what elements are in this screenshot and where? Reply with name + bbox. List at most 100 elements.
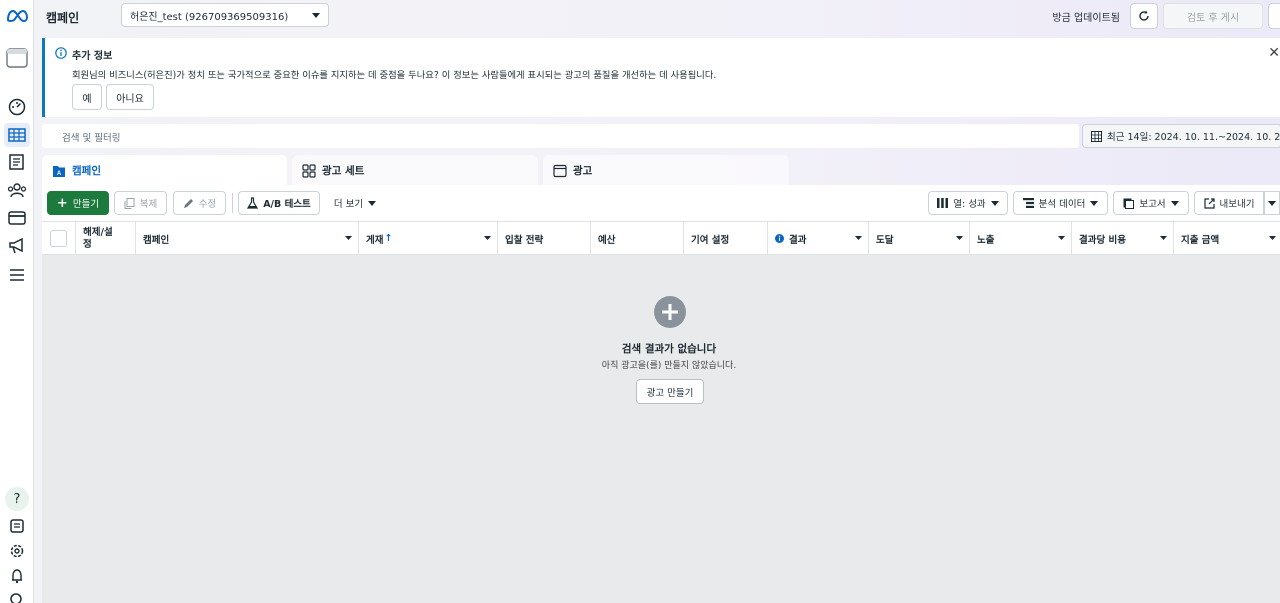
sort-ascending-icon: ↑ <box>384 233 393 244</box>
column-label: 입찰 전략 <box>505 234 544 246</box>
columns-label: 열: 성과 <box>953 199 986 210</box>
account-name: 허은진_test (926709369509316) <box>130 11 289 23</box>
reports-dropdown-button[interactable]: 보고서 <box>1113 191 1189 215</box>
dashboard-icon[interactable] <box>4 95 30 119</box>
campaign-panel: + 만들기 복제 수정 A/B 테스트 더 보기 열: 성과 분석 데이터 보고… <box>42 185 1280 255</box>
plus-icon: + <box>56 195 68 211</box>
tab-ads[interactable]: 광고 <box>543 155 789 186</box>
column-header-toggle[interactable]: 해제/설정 <box>76 222 136 255</box>
notice-no-button[interactable]: 아니요 <box>106 84 154 110</box>
ad-set-grid-icon <box>302 163 316 178</box>
audiences-icon[interactable] <box>4 178 30 202</box>
date-range-picker[interactable]: 최근 14일: 2024. 10. 11.~2024. 10. 24. <box>1082 124 1280 148</box>
campaign-folder-icon: A <box>53 165 65 177</box>
reports-label: 보고서 <box>1139 199 1166 210</box>
report-icon <box>1123 198 1135 209</box>
chevron-down-icon <box>1268 200 1276 206</box>
info-icon <box>775 234 784 243</box>
tab-ad-sets-label: 광고 세트 <box>322 165 365 177</box>
more-label: 더 보기 <box>333 199 364 210</box>
column-header-campaign[interactable]: 캠페인 <box>136 222 359 255</box>
export-button[interactable]: 내보내기 <box>1194 191 1264 215</box>
meta-logo-icon[interactable] <box>4 4 30 28</box>
breakdown-icon <box>1022 198 1034 208</box>
ads-icon[interactable] <box>4 234 30 258</box>
refresh-button[interactable] <box>1130 3 1158 29</box>
column-header-attribution[interactable]: 기여 설정 <box>684 222 768 255</box>
pencil-icon <box>183 198 193 208</box>
chevron-down-icon <box>484 236 491 240</box>
column-header-results[interactable]: 결과 <box>768 222 869 255</box>
pages-icon[interactable] <box>4 150 30 174</box>
chevron-down-icon <box>855 236 862 240</box>
chevron-down-icon <box>1269 236 1276 240</box>
empty-state-title: 검색 결과가 없습니다 <box>621 343 717 355</box>
settings-gear-icon[interactable] <box>4 539 30 563</box>
search-and-filter-input[interactable]: 검색 및 필터링 <box>42 124 1079 148</box>
tab-ads-label: 광고 <box>573 165 593 177</box>
chevron-down-icon <box>345 236 352 240</box>
empty-state-subtitle: 아직 광고을(를) 만들지 않았습니다. <box>601 361 737 371</box>
edit-button[interactable]: 수정 <box>173 191 226 215</box>
column-header-amount-spent[interactable]: 지출 금액 <box>1174 222 1280 255</box>
select-all-checkbox[interactable] <box>50 230 67 247</box>
tab-campaigns-label: 캠페인 <box>72 165 101 177</box>
column-header-reach[interactable]: 도달 <box>869 222 970 255</box>
columns-dropdown-button[interactable]: 열: 성과 <box>928 191 1008 215</box>
top-bar: 캠페인 허은진_test (926709369509316) 방금 업데이트됨 … <box>34 0 1280 34</box>
column-label: 캠페인 <box>143 234 170 246</box>
column-header-bid-strategy[interactable]: 입찰 전략 <box>498 222 591 255</box>
add-circle-icon <box>654 296 686 328</box>
export-icon <box>1203 197 1215 209</box>
chevron-down-icon <box>1170 200 1179 206</box>
empty-state: 검색 결과가 없습니다 아직 광고을(를) 만들지 않았습니다. 광고 만들기 <box>42 255 1280 603</box>
toolbar-divider <box>232 193 233 213</box>
notice-yes-button[interactable]: 예 <box>72 84 102 110</box>
ad-window-icon <box>553 164 567 177</box>
column-label: 게재 <box>366 234 384 246</box>
menu-icon[interactable] <box>4 263 30 287</box>
column-header-cost-per-result[interactable]: 결과당 비용 <box>1072 222 1174 255</box>
account-selector[interactable]: 허은진_test (926709369509316) <box>121 3 329 27</box>
column-label: 도달 <box>876 234 894 246</box>
duplicate-button[interactable]: 복제 <box>114 191 167 215</box>
help-icon[interactable]: ? <box>5 487 29 511</box>
create-button[interactable]: + 만들기 <box>47 191 109 215</box>
create-ad-button[interactable]: 광고 만들기 <box>636 379 704 404</box>
help-label: ? <box>13 491 21 507</box>
page-title: 캠페인 <box>46 11 80 25</box>
additional-info-notice: 추가 정보 회원님의 비즈니스(허은진)가 정치 또는 국가적으로 중요한 이슈… <box>42 38 1280 117</box>
last-updated-text: 방금 업데이트됨 <box>1052 12 1120 24</box>
billing-icon[interactable] <box>4 206 30 230</box>
export-dropdown-button[interactable] <box>1264 191 1280 215</box>
column-header-budget[interactable]: 예산 <box>591 222 684 255</box>
column-label: 노출 <box>977 234 995 246</box>
table-header: 해제/설정 캠페인 게재 ↑ 입찰 전략 예산 기여 설정 결과 도달 노출 결… <box>42 221 1280 255</box>
close-icon[interactable]: ✕ <box>1268 45 1280 61</box>
tab-ad-sets[interactable]: 광고 세트 <box>292 155 538 186</box>
notes-icon[interactable] <box>4 514 30 538</box>
create-label: 만들기 <box>72 199 100 210</box>
select-all-cell <box>42 222 76 255</box>
column-header-impressions[interactable]: 노출 <box>970 222 1072 255</box>
review-and-publish-button[interactable]: 검토 후 게시 <box>1163 3 1263 29</box>
campaigns-table-icon[interactable] <box>4 123 30 147</box>
tab-campaigns[interactable]: A 캠페인 <box>42 155 287 186</box>
left-sidebar: ? <box>0 0 34 603</box>
search-icon[interactable] <box>4 588 30 603</box>
column-header-delivery[interactable]: 게재 ↑ <box>359 222 498 255</box>
column-label: 결과 <box>789 234 807 246</box>
svg-text:A: A <box>57 171 62 177</box>
more-options-button[interactable] <box>1268 3 1280 29</box>
info-icon <box>55 47 67 59</box>
notifications-bell-icon[interactable] <box>4 564 30 588</box>
chevron-down-icon <box>1090 200 1099 206</box>
ab-test-button[interactable]: A/B 테스트 <box>238 191 320 215</box>
breakdown-dropdown-button[interactable]: 분석 데이터 <box>1013 191 1108 215</box>
account-icon[interactable] <box>4 46 30 70</box>
column-label: 기여 설정 <box>691 234 730 246</box>
column-label: 해제/설정 <box>83 226 113 250</box>
duplicate-icon <box>124 197 135 209</box>
more-dropdown-button[interactable]: 더 보기 <box>328 191 382 215</box>
refresh-icon <box>1139 10 1149 21</box>
